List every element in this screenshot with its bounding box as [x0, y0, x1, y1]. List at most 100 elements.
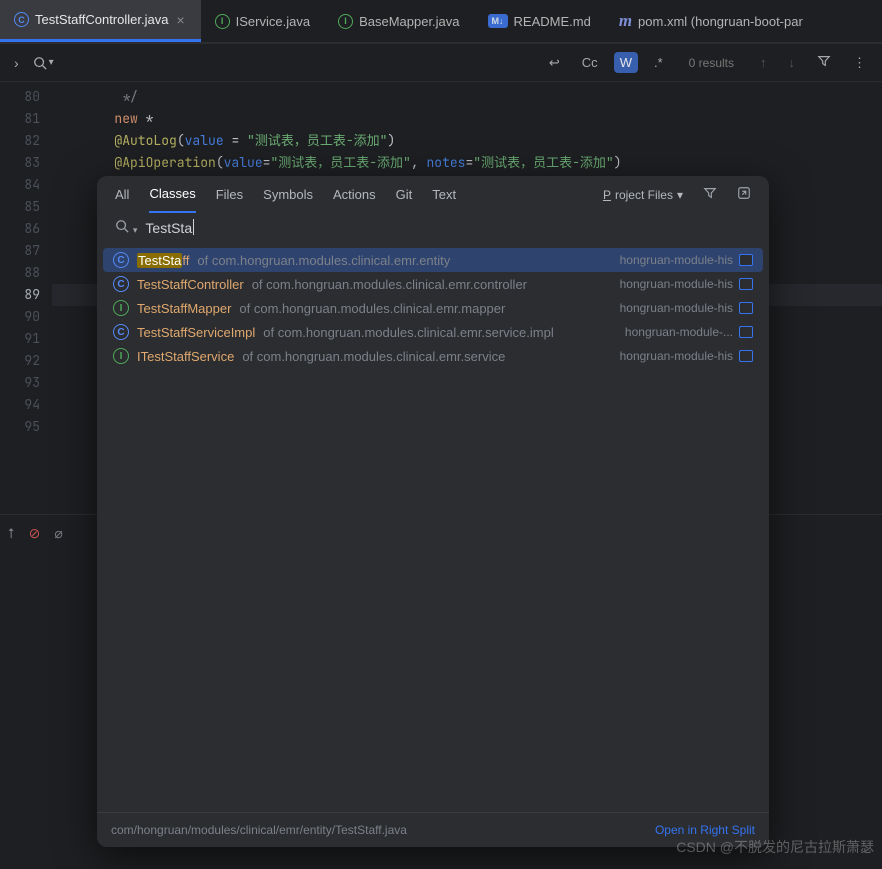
se-result-row[interactable]: I TestStaffMapper of com.hongruan.modules…	[103, 296, 763, 320]
sources-root-icon	[739, 326, 753, 338]
line-number: 92	[0, 350, 40, 372]
filter-icon[interactable]	[703, 186, 717, 213]
se-search-input[interactable]: TestSta	[145, 219, 194, 236]
line-number: 90	[0, 306, 40, 328]
interface-icon: I	[113, 348, 129, 364]
code-text: */	[52, 88, 138, 105]
find-results-count: 0 results	[689, 56, 734, 70]
tab-label: BaseMapper.java	[359, 14, 459, 29]
se-tab-text[interactable]: Text	[432, 187, 456, 212]
se-result-name: TestStaff	[137, 253, 189, 268]
line-number: 94	[0, 394, 40, 416]
filter-icon[interactable]	[811, 51, 837, 74]
line-number: 82	[0, 130, 40, 152]
se-tab-classes[interactable]: Classes	[149, 186, 195, 213]
se-tab-files[interactable]: Files	[216, 187, 243, 212]
sources-root-icon	[739, 350, 753, 362]
tab-pomxml[interactable]: m pom.xml (hongruan-boot-par	[605, 0, 817, 42]
se-result-row[interactable]: C TestStaffServiceImpl of com.hongruan.mo…	[103, 320, 763, 344]
stop-icon[interactable]: ⊘	[29, 525, 41, 542]
tab-teststaffcontroller[interactable]: C TestStaffController.java ×	[0, 0, 201, 42]
tab-iservice[interactable]: I IService.java	[201, 0, 324, 42]
tab-label: pom.xml (hongruan-boot-par	[638, 14, 803, 29]
tab-label: README.md	[514, 14, 591, 29]
se-result-package: of com.hongruan.modules.clinical.emr.ser…	[263, 325, 553, 340]
tab-label: TestStaffController.java	[35, 12, 168, 27]
text-cursor	[193, 219, 194, 235]
se-result-module: hongruan-module-...	[625, 325, 753, 339]
upload-icon[interactable]: ⭡	[8, 525, 15, 542]
se-result-row[interactable]: CTestStaff of com.hongruan.modules.clini…	[103, 248, 763, 272]
interface-icon: I	[113, 300, 129, 316]
se-result-module: hongruan-module-his	[620, 253, 753, 267]
se-search-row[interactable]: ▾ TestSta	[97, 213, 769, 246]
se-result-module: hongruan-module-his	[620, 349, 753, 363]
line-number: 83	[0, 152, 40, 174]
word-toggle[interactable]: W	[614, 52, 638, 73]
code-text: *	[146, 110, 154, 127]
line-number: 85	[0, 196, 40, 218]
se-result-module: hongruan-module-his	[620, 301, 753, 315]
se-status-bar: com/hongruan/modules/clinical/emr/entity…	[97, 812, 769, 847]
se-result-row[interactable]: I ITestStaffService of com.hongruan.modul…	[103, 344, 763, 368]
open-in-tool-icon[interactable]	[737, 186, 751, 213]
search-everywhere-popup: All Classes Files Symbols Actions Git Te…	[97, 176, 769, 847]
search-icon: ▾	[115, 219, 137, 236]
se-tab-actions[interactable]: Actions	[333, 187, 376, 212]
prev-match-icon[interactable]: ↑	[754, 52, 773, 73]
line-number: 86	[0, 218, 40, 240]
sources-root-icon	[739, 302, 753, 314]
class-icon: C	[14, 12, 29, 27]
code-text: @AutoLog	[52, 132, 177, 149]
tab-basemapper[interactable]: I BaseMapper.java	[324, 0, 473, 42]
class-icon: C	[113, 252, 129, 268]
editor-tabs-bar: C TestStaffController.java × I IService.…	[0, 0, 882, 44]
class-icon: C	[113, 276, 129, 292]
gutter: 80818283848586878889909192939495	[0, 82, 52, 514]
regex-toggle[interactable]: .*	[648, 52, 669, 73]
newline-toggle-icon[interactable]: ↩	[543, 52, 566, 74]
more-icon[interactable]: ⋮	[847, 52, 872, 74]
chevron-down-icon: ▾	[677, 188, 683, 202]
open-in-right-split[interactable]: Open in Right Split	[655, 823, 755, 837]
se-tabs: All Classes Files Symbols Actions Git Te…	[97, 176, 769, 213]
se-scope-selector[interactable]: Project Files ▾	[603, 188, 683, 212]
line-number: 95	[0, 416, 40, 438]
code-text: @ApiOperation	[52, 154, 216, 171]
maven-icon: m	[619, 11, 632, 31]
sources-root-icon	[739, 254, 753, 266]
se-result-name: TestStaffMapper	[137, 301, 231, 316]
search-icon[interactable]: ▾	[33, 56, 54, 70]
se-status-path: com/hongruan/modules/clinical/emr/entity…	[111, 823, 407, 837]
markdown-icon: M↓	[488, 14, 508, 28]
case-toggle[interactable]: Cc	[576, 52, 604, 73]
line-number: 87	[0, 240, 40, 262]
se-result-row[interactable]: CTestStaffController of com.hongruan.mod…	[103, 272, 763, 296]
se-tab-all[interactable]: All	[115, 187, 129, 212]
tab-label: IService.java	[236, 14, 310, 29]
interface-icon: I	[338, 14, 353, 29]
se-result-package: of com.hongruan.modules.clinical.emr.con…	[252, 277, 527, 292]
se-tab-git[interactable]: Git	[396, 187, 413, 212]
line-number: 93	[0, 372, 40, 394]
se-result-name: ITestStaffService	[137, 349, 234, 364]
find-bar: › ▾ ↩ Cc W .* 0 results ↑ ↓ ⋮	[0, 44, 882, 82]
line-number: 80	[0, 86, 40, 108]
class-icon: C	[113, 324, 129, 340]
close-icon[interactable]: ×	[174, 12, 186, 28]
inspect-off-icon[interactable]: ⌀	[54, 525, 62, 542]
tab-readme[interactable]: M↓ README.md	[474, 0, 605, 42]
se-result-package: of com.hongruan.modules.clinical.emr.ser…	[242, 349, 505, 364]
line-number: 89	[0, 284, 40, 306]
se-tab-symbols[interactable]: Symbols	[263, 187, 313, 212]
line-number: 84	[0, 174, 40, 196]
next-match-icon[interactable]: ↓	[783, 52, 802, 73]
se-result-package: of com.hongruan.modules.clinical.emr.map…	[239, 301, 505, 316]
expand-find-icon[interactable]: ›	[10, 53, 23, 73]
se-result-module: hongruan-module-his	[620, 277, 753, 291]
se-results: C TestStaff of com.hongruan.modules.clini…	[97, 246, 769, 370]
sources-root-icon	[739, 278, 753, 290]
code-text: new	[52, 110, 146, 127]
se-result-name: TestStaffServiceImpl	[137, 325, 255, 340]
line-number: 88	[0, 262, 40, 284]
